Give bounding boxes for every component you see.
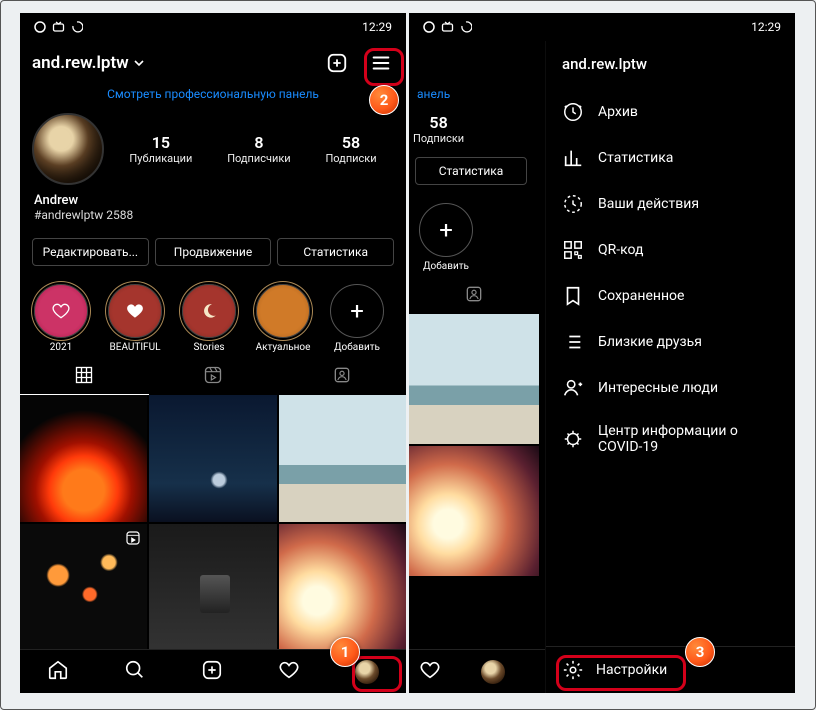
qr-icon (562, 239, 584, 261)
edit-profile-button[interactable]: Редактировать... (32, 238, 149, 266)
spiral-icon (460, 21, 472, 33)
insights-button[interactable]: Статистика (415, 157, 527, 185)
highlight-item[interactable]: Актуальное (252, 284, 314, 353)
username-switcher[interactable]: and.rew.lptw (32, 53, 145, 73)
pro-panel-link[interactable]: Смотреть профессиональную панель (20, 85, 406, 107)
drawer-saved[interactable]: Сохраненное (546, 273, 795, 319)
tagged-icon (464, 284, 484, 304)
circle-icon (423, 21, 435, 33)
annotation-marker-1: 1 (330, 637, 360, 667)
create-button[interactable] (324, 50, 350, 76)
avatar-icon (481, 660, 505, 684)
highlight-item[interactable]: BEAUTIFUL (104, 284, 166, 353)
tv-icon (52, 21, 65, 33)
post-thumbnail[interactable] (149, 395, 276, 522)
home-icon (47, 659, 69, 681)
tab-tagged[interactable] (409, 274, 539, 314)
display-name: Andrew (34, 193, 392, 208)
bookmark-icon (562, 285, 584, 307)
drawer-settings[interactable]: Настройки (546, 646, 795, 693)
drawer-close-friends[interactable]: Близкие друзья (546, 319, 795, 365)
status-time: 12:29 (362, 20, 392, 34)
circle-icon (34, 21, 46, 33)
plus-square-icon (326, 52, 348, 74)
promote-button[interactable]: Продвижение (155, 238, 272, 266)
tv-icon (441, 21, 454, 33)
add-person-icon (562, 377, 584, 399)
stat-following[interactable]: 58 Подписки (325, 133, 376, 165)
nav-create[interactable] (201, 659, 223, 685)
drawer-insights[interactable]: Статистика (546, 135, 795, 181)
highlight-item[interactable]: Stories (178, 284, 240, 353)
search-icon (124, 659, 146, 681)
status-bar: 12:29 (20, 13, 406, 41)
stat-following[interactable]: 58 Подписки (413, 113, 464, 145)
drawer-activity[interactable]: Ваши действия (546, 181, 795, 227)
phone-screen-profile: 12:29 and.rew.lptw Смотреть профессионал… (20, 13, 406, 693)
heart-icon (278, 659, 300, 681)
post-thumbnail[interactable] (409, 446, 539, 576)
tab-tagged[interactable] (277, 355, 406, 395)
moon-icon (200, 302, 218, 320)
stat-followers[interactable]: 8 Подписчики (227, 133, 290, 165)
drawer-qr[interactable]: QR-код (546, 227, 795, 273)
posts-grid (20, 395, 406, 652)
nav-profile[interactable] (355, 660, 379, 684)
post-thumbnail[interactable] (279, 395, 406, 522)
heart-icon (51, 301, 71, 321)
tagged-icon (332, 365, 352, 385)
gear-icon (562, 659, 584, 681)
nav-activity[interactable] (278, 659, 300, 685)
plus-square-icon (201, 659, 223, 681)
list-icon (562, 331, 584, 353)
bio-text: #andrewlptw 2588 (34, 208, 392, 222)
phone-screen-menu: 12:29 анель 58 Подписки Статистика +Доба… (409, 13, 795, 693)
profile-header: and.rew.lptw (20, 41, 406, 85)
post-thumbnail[interactable] (20, 524, 147, 651)
nav-activity[interactable] (419, 659, 441, 685)
nav-profile[interactable] (481, 660, 505, 684)
status-time: 12:29 (751, 20, 781, 34)
tab-grid[interactable] (20, 355, 149, 395)
hamburger-menu-button[interactable] (368, 50, 394, 76)
drawer-username: and.rew.lptw (546, 41, 795, 89)
add-highlight-button[interactable]: +Добавить (326, 284, 388, 353)
nav-home[interactable] (47, 659, 69, 685)
profile-tabs (20, 355, 406, 395)
avatar-icon (355, 660, 379, 684)
heart-icon (419, 659, 441, 681)
reels-icon (203, 365, 223, 385)
drawer-covid-info[interactable]: Центр информации о COVID-19 (546, 411, 795, 467)
status-bar: 12:29 (409, 13, 795, 41)
tab-reels[interactable] (149, 355, 278, 395)
profile-avatar[interactable] (32, 113, 104, 185)
nav-search[interactable] (124, 659, 146, 685)
reels-badge-icon (125, 530, 141, 546)
drawer-discover-people[interactable]: Интересные люди (546, 365, 795, 411)
stat-posts[interactable]: 15 Публикации (129, 133, 192, 165)
annotation-marker-3: 3 (685, 637, 715, 667)
post-thumbnail[interactable] (20, 395, 147, 522)
hamburger-icon (370, 52, 392, 74)
chevron-down-icon (133, 57, 145, 69)
post-thumbnail[interactable] (149, 524, 276, 651)
activity-icon (562, 193, 584, 215)
grid-icon (74, 365, 94, 385)
post-thumbnail[interactable] (409, 314, 539, 444)
highlight-item[interactable]: 2021 (30, 284, 92, 353)
side-drawer: and.rew.lptw Архив Статистика Ваши дейст… (545, 41, 795, 693)
post-thumbnail[interactable] (279, 524, 406, 651)
heart-icon (125, 301, 145, 321)
add-highlight-button[interactable]: +Добавить (415, 203, 477, 272)
insights-button[interactable]: Статистика (277, 238, 394, 266)
highlights-row: 2021 BEAUTIFUL Stories Актуальное +Добав… (20, 274, 406, 355)
archive-icon (562, 101, 584, 123)
covid-icon (562, 428, 584, 450)
drawer-archive[interactable]: Архив (546, 89, 795, 135)
spiral-icon (71, 21, 83, 33)
chart-icon (562, 147, 584, 169)
annotation-marker-2: 2 (369, 85, 399, 115)
